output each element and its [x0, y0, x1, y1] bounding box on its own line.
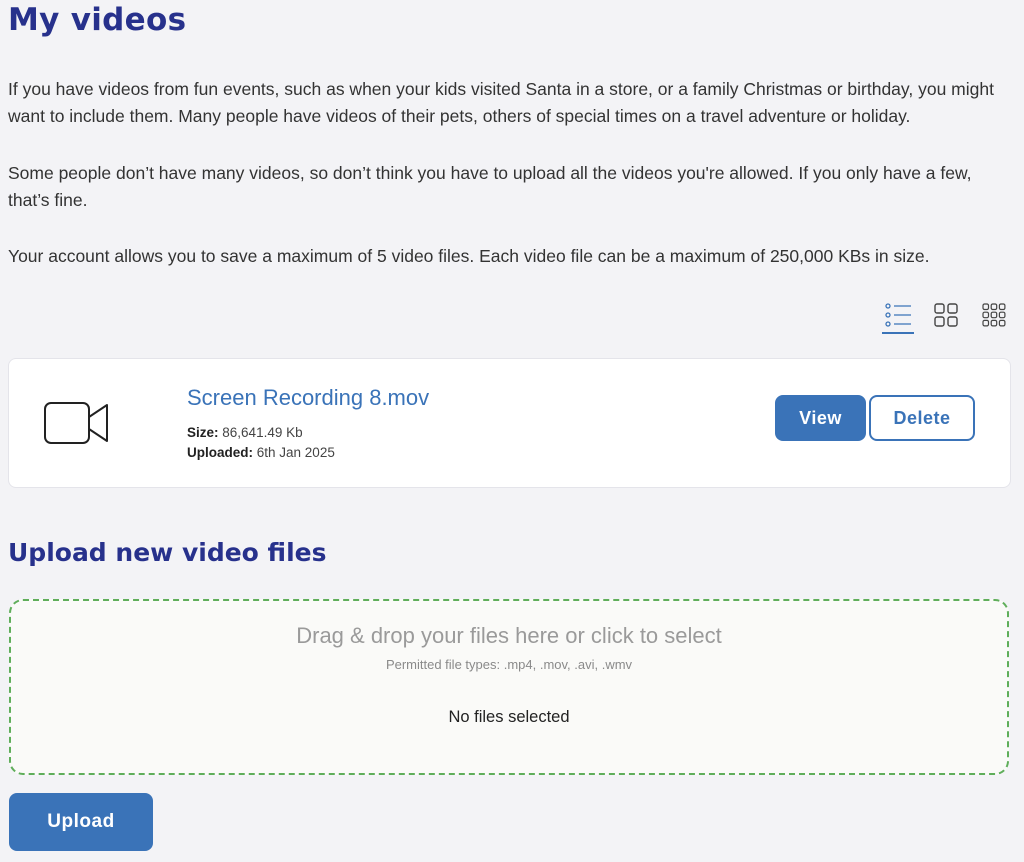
dropzone-instruction: Drag & drop your files here or click to …: [296, 623, 722, 648]
file-dropzone[interactable]: Drag & drop your files here or click to …: [9, 599, 1009, 775]
my-videos-page: My videos If you have videos from fun ev…: [0, 0, 1024, 862]
video-size: Size: 86,641.49 Kb: [187, 425, 303, 440]
small-grid-view-icon: [982, 303, 1006, 327]
video-camera-icon: [44, 402, 108, 444]
video-uploaded-date: Uploaded: 6th Jan 2025: [187, 445, 335, 460]
intro-paragraph: If you have videos from fun events, such…: [8, 79, 994, 126]
uploaded-value: 6th Jan 2025: [256, 445, 335, 460]
size-value: 86,641.49 Kb: [222, 425, 303, 440]
video-file-name[interactable]: Screen Recording 8.mov: [187, 385, 429, 411]
permitted-file-types: Permitted file types: .mp4, .mov, .avi, …: [385, 657, 633, 672]
upload-button[interactable]: Upload: [9, 793, 153, 851]
grid-view-icon: [934, 303, 958, 327]
intro-paragraph: Some people don’t have many videos, so d…: [8, 163, 972, 210]
grid-view-toggle[interactable]: [930, 302, 962, 334]
view-button[interactable]: View: [775, 395, 866, 441]
delete-button[interactable]: Delete: [869, 395, 975, 441]
view-toggle-group: [882, 302, 1010, 334]
small-grid-view-toggle[interactable]: [978, 302, 1010, 334]
account-limit-paragraph: Your account allows you to save a maximu…: [8, 246, 930, 266]
size-label: Size:: [187, 425, 219, 440]
list-view-icon: [885, 303, 911, 327]
uploaded-label: Uploaded:: [187, 445, 253, 460]
video-card: Screen Recording 8.mov Size: 86,641.49 K…: [8, 358, 1011, 488]
file-selection-status: No files selected: [448, 708, 570, 726]
list-view-toggle[interactable]: [882, 302, 914, 334]
upload-section-heading: Upload new video files: [8, 538, 327, 567]
page-title: My videos: [8, 2, 187, 38]
